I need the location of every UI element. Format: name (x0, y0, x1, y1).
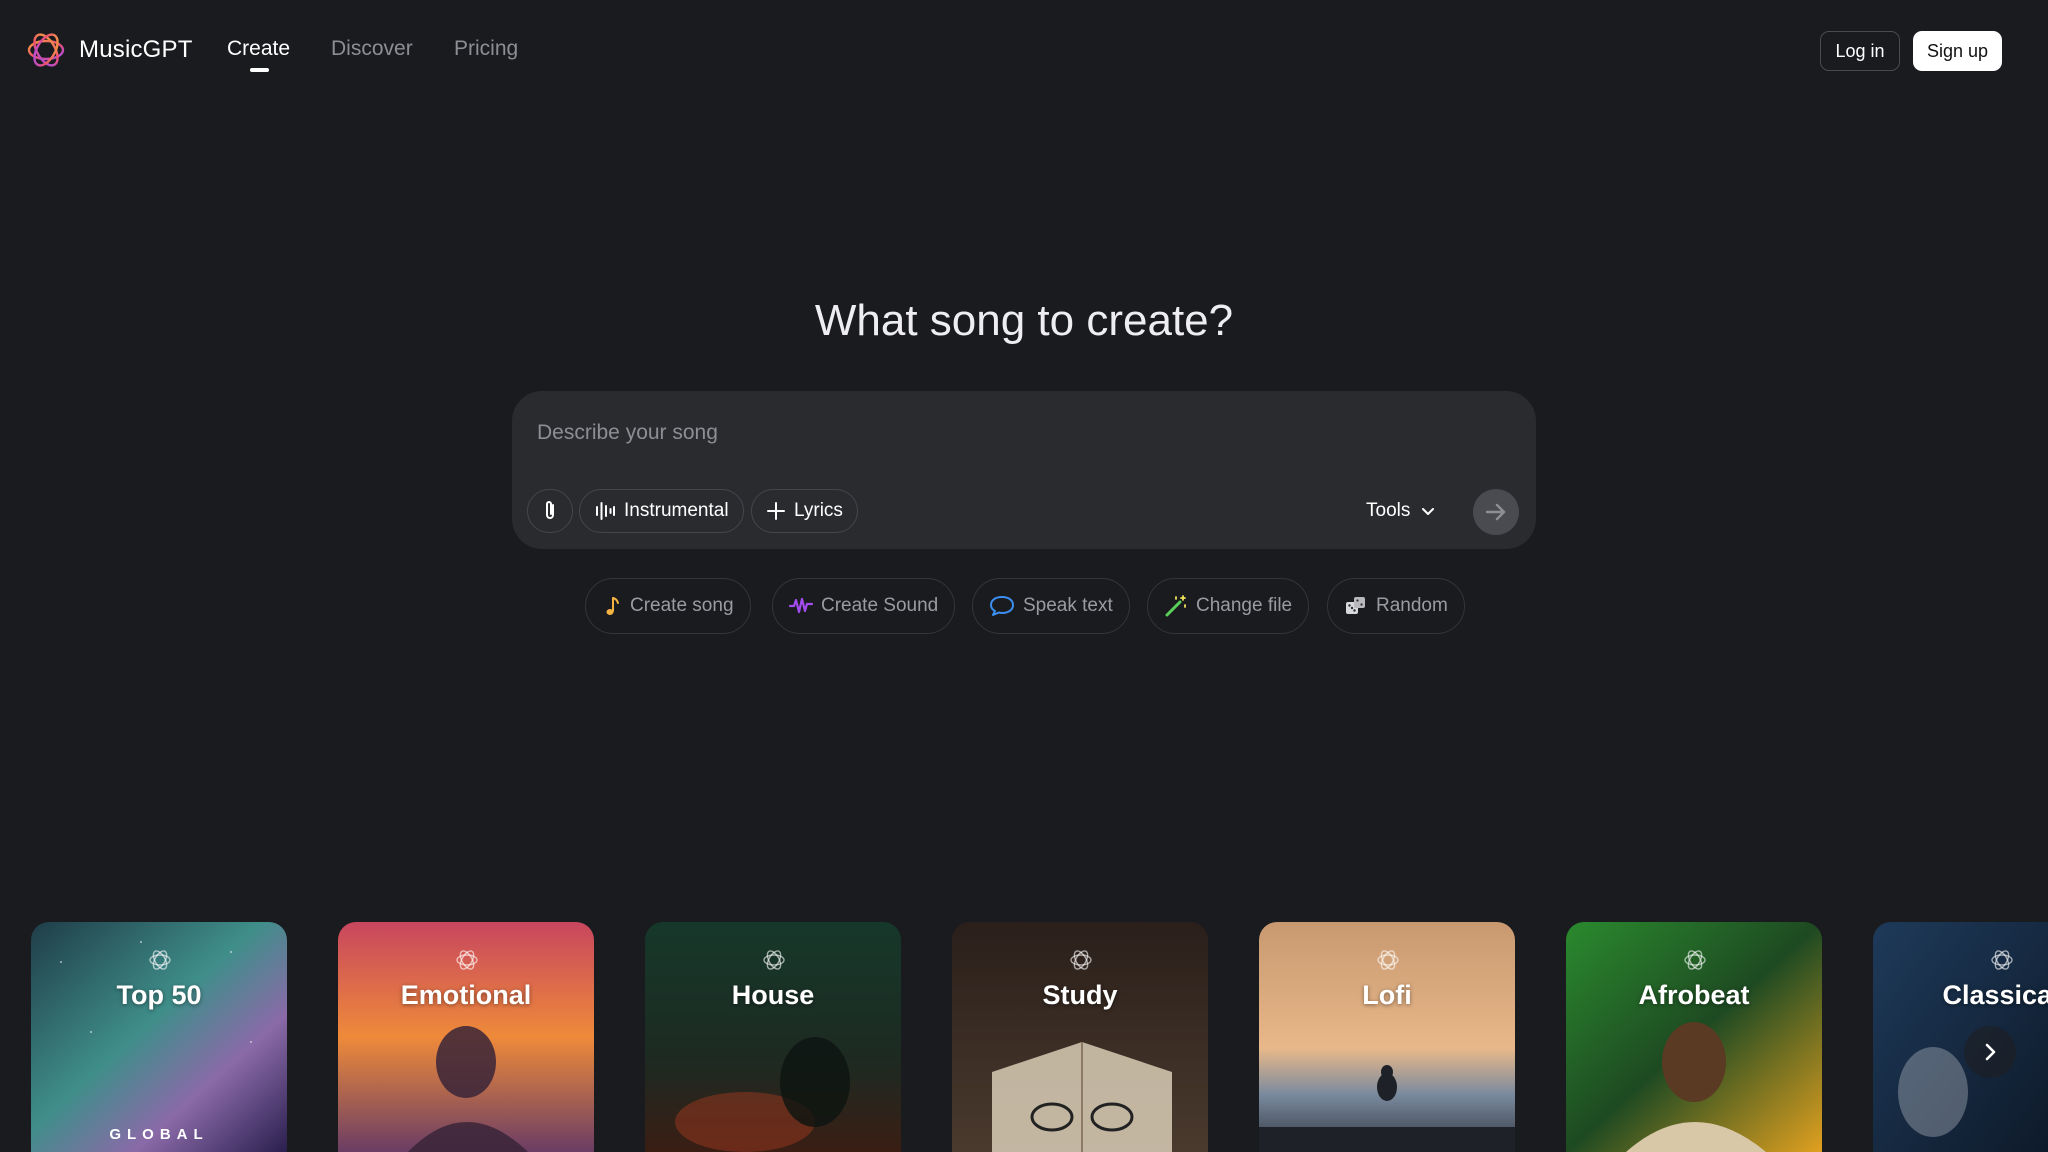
suggestion-change-file[interactable]: Change file (1147, 578, 1310, 634)
nav-active-indicator (250, 68, 269, 72)
suggestion-label: Random (1376, 595, 1448, 616)
send-button[interactable] (1473, 489, 1519, 535)
song-description-input[interactable] (537, 418, 1437, 448)
playlist-card-study[interactable]: Study (952, 922, 1208, 1152)
playlist-title: House (731, 980, 815, 1010)
playlist-title: Classical (1942, 980, 2048, 1010)
playlist-card-classical[interactable]: Classical (1873, 922, 2048, 1152)
musicgpt-logo-icon (1684, 950, 1706, 970)
musicgpt-logo-icon (1377, 950, 1399, 970)
dice-icon (1346, 597, 1365, 614)
musicgpt-logo-icon (1070, 950, 1092, 970)
playlist-title: Lofi (1362, 980, 1412, 1010)
playlist-subtitle: GLOBAL (109, 1126, 209, 1143)
suggestion-create-sound[interactable]: Create Sound (772, 578, 956, 634)
login-button[interactable]: Log in (1820, 31, 1900, 71)
nav-create[interactable]: Create (227, 37, 290, 61)
tools-dropdown[interactable]: Tools (1366, 495, 1436, 527)
playlist-card-house[interactable]: House (645, 922, 901, 1152)
musicgpt-logo-icon (149, 950, 171, 970)
nav-pricing[interactable]: Pricing (454, 37, 518, 61)
musicgpt-logo-icon (456, 950, 478, 970)
playlist-card-afrobeat[interactable]: Afrobeat (1566, 922, 1822, 1152)
instrumental-label: Instrumental (624, 500, 729, 521)
magic-wand-icon (1165, 595, 1186, 617)
playlist-title: Emotional (400, 980, 532, 1010)
musicgpt-logo-icon (1991, 950, 2013, 970)
brand-name[interactable]: MusicGPT (79, 36, 193, 64)
add-lyrics-button[interactable]: Lyrics (751, 489, 858, 533)
suggestion-label: Speak text (1023, 595, 1113, 616)
musicgpt-logo-icon[interactable] (25, 29, 67, 71)
suggestion-create-song[interactable]: Create song (585, 578, 751, 634)
musicgpt-logo-icon (763, 950, 785, 970)
attach-file-button[interactable] (527, 489, 573, 533)
music-note-icon (606, 597, 619, 615)
suggestion-label: Create Sound (821, 595, 939, 616)
arrow-right-icon (1485, 503, 1506, 521)
waveform-icon (596, 502, 615, 520)
tools-label: Tools (1366, 500, 1411, 521)
suggestion-label: Create song (630, 595, 734, 616)
speech-bubble-icon (990, 596, 1014, 616)
playlist-card-top-50[interactable]: Top 50 GLOBAL (31, 922, 287, 1152)
playlist-card-emotional[interactable]: Emotional (338, 922, 594, 1152)
playlist-title: Study (1042, 980, 1118, 1010)
instrumental-toggle[interactable]: Instrumental (579, 489, 744, 533)
playlist-cover-image (1873, 922, 2048, 1152)
chevron-down-icon (1422, 508, 1435, 515)
carousel-next-button[interactable] (1964, 1026, 2016, 1078)
nav-discover[interactable]: Discover (331, 37, 413, 61)
playlist-title: Afrobeat (1638, 980, 1750, 1010)
playlist-title: Top 50 (116, 980, 202, 1010)
chevron-right-icon (1985, 1043, 1996, 1061)
lyrics-label: Lyrics (794, 500, 843, 521)
top-navbar: MusicGPT Create Discover Pricing Log in … (0, 0, 2048, 102)
playlist-card-lofi[interactable]: Lofi (1259, 922, 1515, 1152)
page-title: What song to create? (814, 296, 1234, 345)
prompt-composer: Instrumental Lyrics Tools (512, 391, 1536, 549)
suggestion-random[interactable]: Random (1327, 578, 1465, 634)
paperclip-icon (546, 501, 554, 519)
signup-button[interactable]: Sign up (1913, 31, 2002, 71)
waveform-icon (789, 597, 813, 614)
plus-icon (767, 502, 785, 520)
suggestion-label: Change file (1196, 595, 1293, 616)
suggestion-speak-text[interactable]: Speak text (972, 578, 1130, 634)
